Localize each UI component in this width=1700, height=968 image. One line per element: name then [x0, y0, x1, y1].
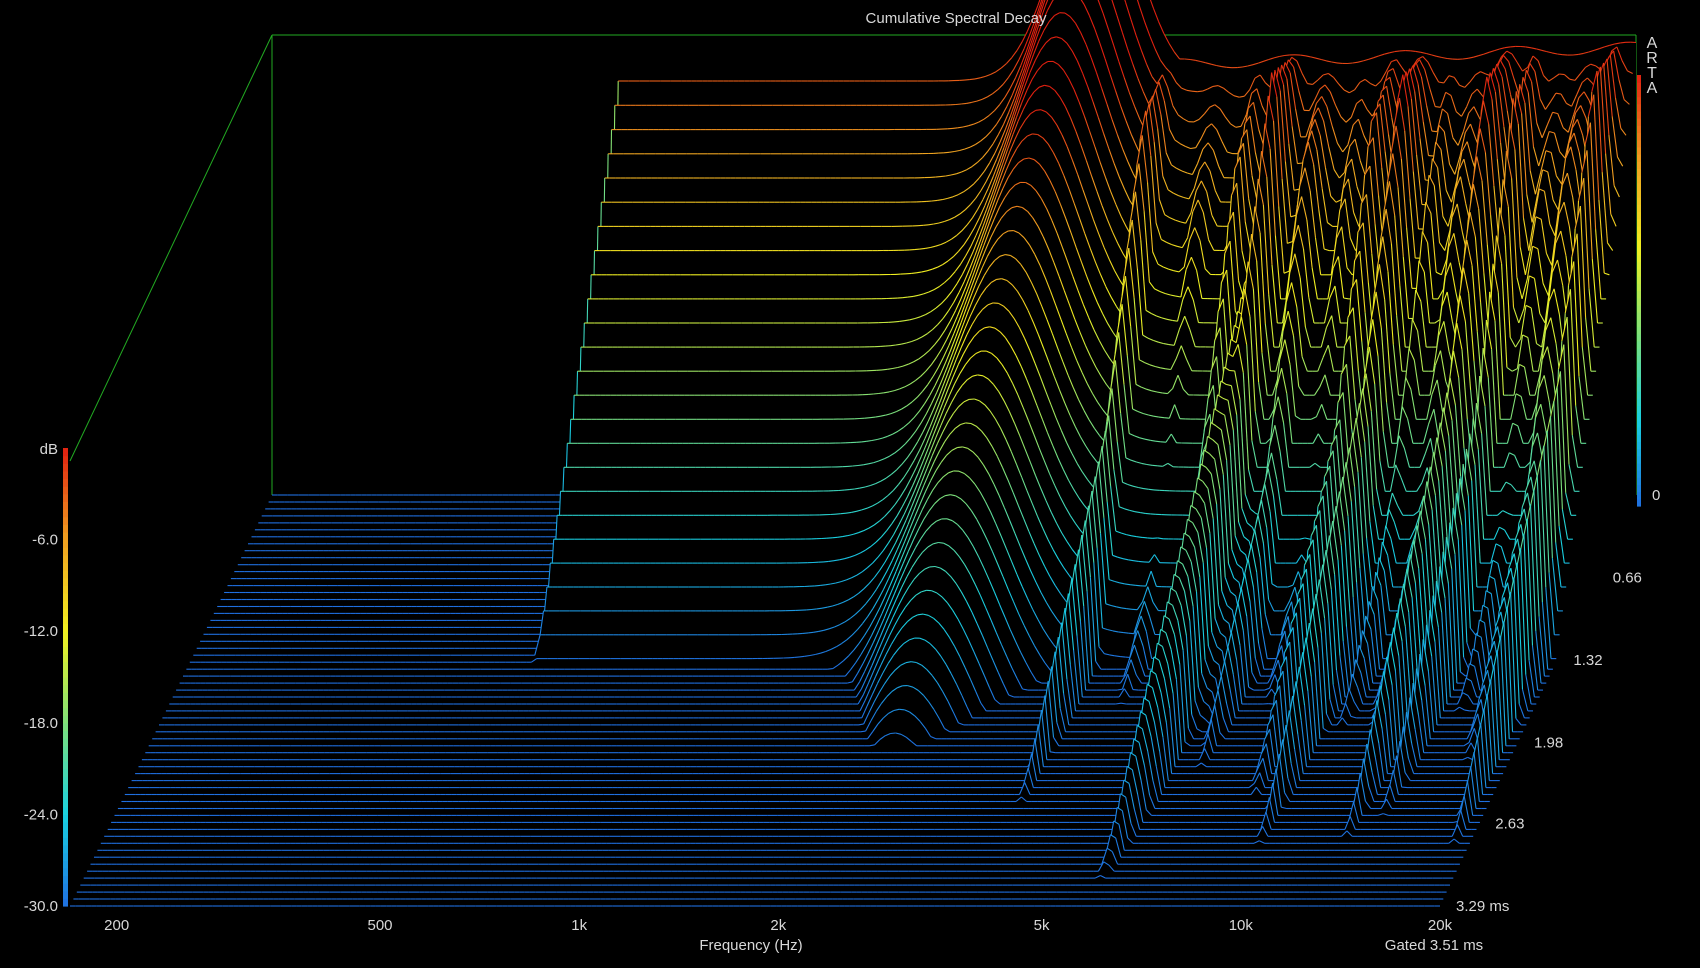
slice-segment — [899, 320, 905, 322]
slice-segment — [1157, 465, 1163, 467]
slice-segment — [1431, 130, 1438, 133]
slice-segment — [914, 248, 920, 251]
slice-segment — [873, 392, 879, 395]
slice-segment — [1165, 368, 1171, 371]
slice-segment — [1336, 62, 1343, 64]
slice-segment — [911, 272, 917, 274]
slice-segment — [869, 416, 876, 419]
slice-segment — [1158, 416, 1165, 419]
slice-segment — [844, 489, 850, 491]
slice-segment — [931, 199, 938, 202]
slice-segment — [835, 513, 841, 515]
slice-segment — [1197, 90, 1203, 93]
slice-segment — [1462, 57, 1469, 60]
slice-segment — [1164, 417, 1170, 419]
slice-segment — [849, 488, 855, 491]
slice-segment — [964, 79, 970, 81]
slice-segment — [961, 102, 967, 105]
slice-segment — [1284, 54, 1290, 57]
slice-segment — [1152, 464, 1158, 467]
slice-segment — [1162, 392, 1168, 395]
slice-segment — [1035, 109, 1042, 111]
slice-segment — [1143, 488, 1149, 490]
slice-segment — [1221, 66, 1227, 68]
slice-segment — [1155, 440, 1161, 443]
slice-segment — [878, 392, 884, 395]
slice-segment — [935, 176, 941, 178]
slice-segment — [1510, 45, 1516, 48]
slice-segment — [919, 247, 926, 250]
slice-segment — [996, 278, 1002, 280]
slice-segment — [1237, 66, 1243, 69]
slice-segment — [1191, 90, 1198, 93]
slice-segment — [902, 296, 908, 299]
slice-segment — [1428, 155, 1434, 157]
slice-segment — [852, 464, 859, 467]
slice-segment — [1148, 488, 1155, 491]
slice-segment — [1410, 50, 1416, 52]
slice-segment — [857, 464, 864, 467]
slice-segment — [907, 295, 914, 298]
slice-segment — [864, 417, 871, 419]
slice-segment — [890, 344, 896, 347]
slice-segment — [1620, 41, 1626, 44]
slice-segment — [1168, 344, 1175, 346]
slice-segment — [940, 175, 946, 178]
slice-segment — [943, 151, 950, 154]
slice-segment — [1435, 106, 1441, 108]
slice-segment — [1347, 62, 1353, 65]
slice-segment — [952, 127, 958, 129]
slice-segment — [955, 103, 962, 106]
slice-segment — [1447, 57, 1453, 60]
slice-segment — [881, 368, 888, 371]
slice-segment — [1559, 73, 1565, 76]
slice-segment — [923, 224, 929, 226]
slice-segment — [969, 78, 976, 81]
slice-segment — [1297, 162, 1303, 165]
slice-segment — [1394, 50, 1400, 53]
slice-segment — [840, 512, 847, 515]
slice-segment — [893, 320, 900, 323]
slice-segment — [1145, 512, 1151, 515]
csd-waterfall-chart: Cumulative Spectral Decay Frequency (Hz)… — [0, 0, 1700, 968]
slice-segment — [861, 440, 867, 443]
slice-segment — [1300, 54, 1306, 57]
slice-segment — [1557, 53, 1563, 56]
slice-segment — [1032, 133, 1038, 136]
slice-segment — [1184, 58, 1191, 61]
slice-segment — [1572, 53, 1579, 56]
